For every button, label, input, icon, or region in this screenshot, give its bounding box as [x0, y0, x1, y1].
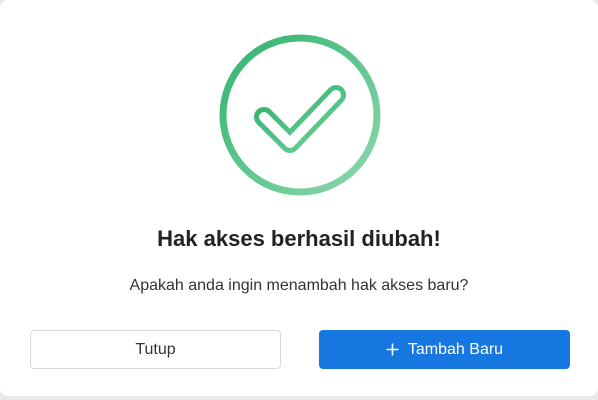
check-circle-icon — [219, 34, 381, 196]
dialog-message: Apakah anda ingin menambah hak akses bar… — [129, 277, 469, 294]
add-new-button-label: Tambah Baru — [407, 340, 504, 358]
plus-icon — [386, 343, 399, 356]
close-button-label: Tutup — [135, 340, 176, 358]
success-dialog: Hak akses berhasil diubah! Apakah anda i… — [0, 0, 598, 396]
dialog-title: Hak akses berhasil diubah! — [157, 226, 441, 251]
add-new-button[interactable]: Tambah Baru — [319, 330, 570, 369]
close-button[interactable]: Tutup — [30, 330, 281, 369]
